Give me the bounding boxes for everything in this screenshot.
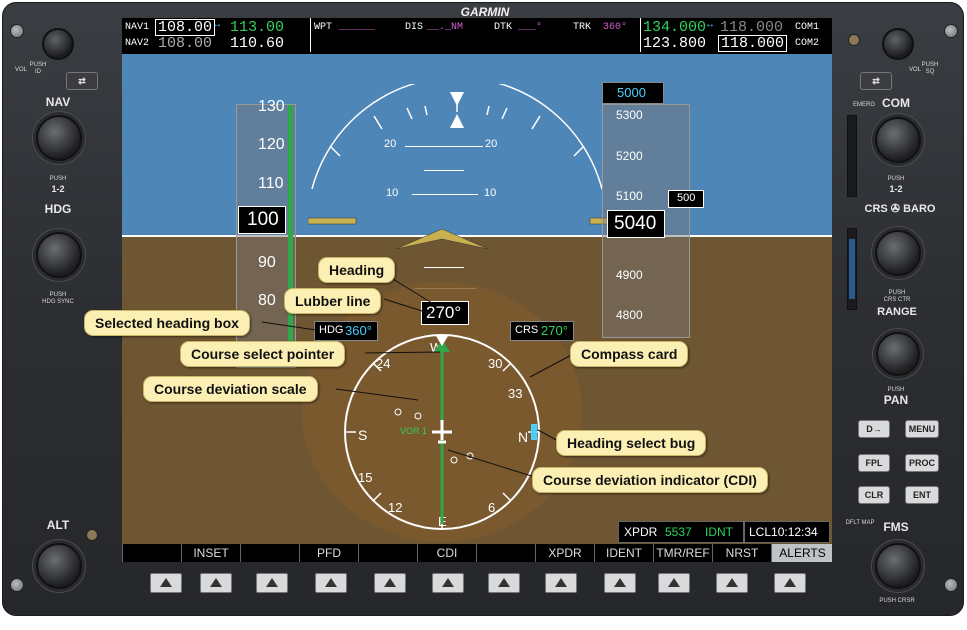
- callout-course-deviation-scale: Course deviation scale: [143, 376, 318, 402]
- callout-lubber-line: Lubber line: [284, 288, 382, 314]
- callout-cdi: Course deviation indicator (CDI): [532, 467, 768, 493]
- callout-heading: Heading: [318, 257, 396, 283]
- callout-heading-select-bug: Heading select bug: [556, 430, 707, 456]
- callout-course-select-pointer: Course select pointer: [180, 341, 346, 367]
- callout-selected-heading-box: Selected heading box: [84, 310, 250, 336]
- callout-compass-card: Compass card: [570, 341, 689, 367]
